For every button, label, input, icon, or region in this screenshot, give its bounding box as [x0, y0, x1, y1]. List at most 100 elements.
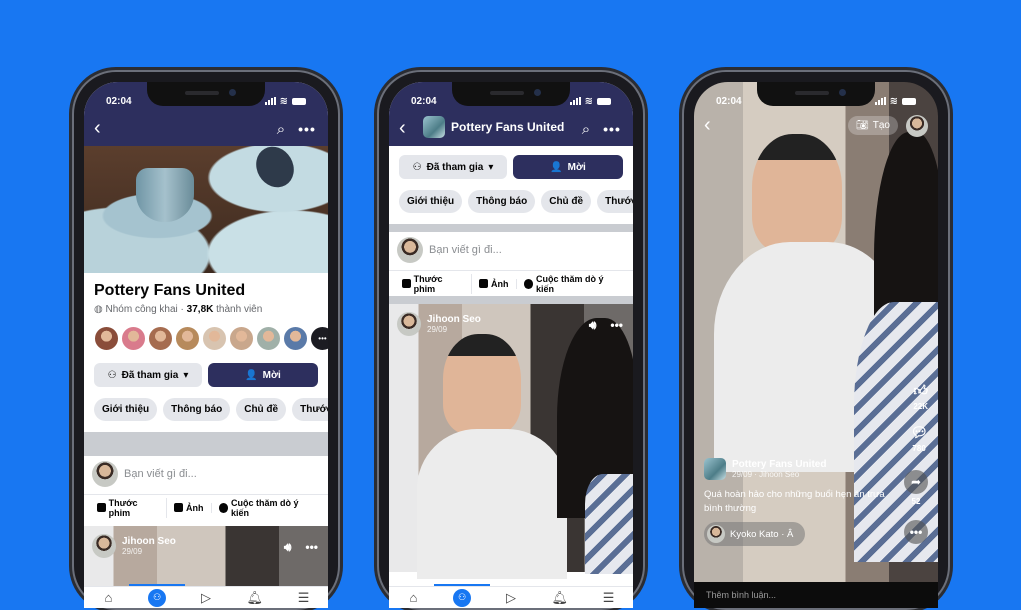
more-icon[interactable]: •••: [610, 318, 623, 333]
member-avatar[interactable]: [256, 326, 281, 351]
tab-groups[interactable]: ⚇: [129, 583, 186, 607]
tab-menu[interactable]: ☰: [599, 589, 619, 607]
group-thumbnail: [423, 116, 445, 138]
tab-reels[interactable]: Thước p: [597, 190, 633, 213]
member-avatars[interactable]: •••: [94, 326, 328, 351]
photo-action[interactable]: Ảnh: [167, 502, 212, 513]
more-icon[interactable]: •••: [305, 540, 318, 555]
profile-avatar[interactable]: [906, 114, 928, 137]
member-avatar[interactable]: [175, 326, 200, 351]
battery-icon: [902, 97, 916, 105]
volume-icon[interactable]: 🔊︎: [284, 540, 292, 555]
tab-about[interactable]: Giới thiệu: [94, 398, 158, 421]
more-members-icon[interactable]: •••: [310, 326, 328, 351]
home-icon: ⌂: [104, 590, 113, 605]
status-time: 02:04: [716, 95, 742, 107]
back-icon[interactable]: ‹: [94, 118, 110, 138]
joined-button[interactable]: ⚇ Đã tham gia ▾: [94, 363, 202, 387]
notch: [147, 82, 265, 106]
reel-action[interactable]: Thước phim: [395, 273, 473, 294]
member-avatar[interactable]: [229, 326, 254, 351]
share-control[interactable]: ➦ 52: [904, 470, 928, 506]
photo-action[interactable]: Ảnh: [472, 278, 517, 289]
search-icon[interactable]: ⌕: [577, 120, 595, 138]
tab-announcements[interactable]: Thông báo: [468, 190, 536, 213]
wifi-icon: ≋: [279, 95, 288, 107]
tab-groups[interactable]: ⚇: [434, 583, 491, 607]
composer-placeholder[interactable]: Bạn viết gì đi...: [124, 468, 197, 480]
tab-video[interactable]: ▷: [501, 589, 521, 607]
tab-notifications[interactable]: 🔔︎: [245, 589, 265, 607]
group-icon: ⚇: [107, 369, 117, 381]
post-date: 29/09: [122, 547, 143, 556]
more-icon[interactable]: •••: [298, 120, 316, 138]
photo-icon: [174, 503, 184, 512]
more-icon[interactable]: •••: [603, 120, 621, 138]
caret-down-icon: ▾: [183, 369, 189, 381]
add-person-icon: 👤: [245, 369, 258, 381]
invite-button[interactable]: 👤 Mời: [513, 155, 623, 179]
wifi-icon: ≋: [889, 95, 898, 107]
tab-menu[interactable]: ☰: [294, 589, 314, 607]
search-icon[interactable]: ⌕: [272, 120, 290, 138]
tab-home[interactable]: ⌂: [403, 589, 423, 607]
tab-video[interactable]: ▷: [196, 589, 216, 607]
member-avatar[interactable]: [94, 326, 119, 351]
bottom-tab-bar: ⌂ ⚇ ▷ 🔔︎ ☰: [84, 583, 328, 608]
phone-group-feed: ‹ Pottery Fans United ⌕ ••• 02:04 ≋ ⚇ Đã …: [377, 70, 645, 610]
composer[interactable]: Bạn viết gì đi...: [389, 232, 633, 268]
tab-topics[interactable]: Chủ đề: [541, 190, 592, 213]
reel-action[interactable]: Thước phim: [90, 497, 168, 518]
comment-control[interactable]: 💬︎ 780: [910, 424, 928, 453]
member-avatar[interactable]: [148, 326, 173, 351]
video-icon: ▷: [200, 589, 211, 605]
share-count: 52: [911, 497, 921, 506]
home-icon: ⌂: [409, 590, 418, 605]
reel-meta: 29/09 · Jihoon Seo: [732, 470, 800, 479]
audio-chip[interactable]: Kyoko Kato · Â: [704, 522, 806, 546]
globe-icon: ◍: [94, 304, 103, 315]
member-avatar[interactable]: [202, 326, 227, 351]
tab-home[interactable]: ⌂: [98, 589, 118, 607]
camera-icon: 📷︎: [856, 120, 869, 131]
poll-action[interactable]: Cuộc thăm dò ý kiến: [212, 498, 322, 518]
create-button[interactable]: 📷︎ Tạo: [848, 116, 898, 135]
reel-group-name[interactable]: Pottery Fans United: [732, 459, 826, 470]
add-person-icon: 👤: [550, 161, 563, 173]
like-control[interactable]: 👍︎ 22K: [913, 382, 928, 411]
group-title[interactable]: Pottery Fans United: [451, 120, 564, 134]
poll-action[interactable]: Cuộc thăm dò ý kiến: [517, 274, 627, 294]
tab-notifications[interactable]: 🔔︎: [550, 589, 570, 607]
more-control[interactable]: •••: [904, 520, 928, 544]
screen: ‹ ⌕ ••• 02:04 ≋ Pottery Fans United ◍ Nh…: [84, 82, 328, 608]
user-avatar: [92, 461, 118, 487]
joined-button[interactable]: ⚇ Đã tham gia ▾: [399, 155, 507, 179]
tab-topics[interactable]: Chủ đề: [236, 398, 287, 421]
notch: [452, 82, 570, 106]
tab-reels[interactable]: Thước p: [292, 398, 328, 421]
signal-icon: [874, 97, 886, 105]
groups-icon: ⚇: [453, 588, 472, 607]
composer-actions: Thước phim Ảnh Cuộc thăm dò ý kiến: [389, 270, 633, 296]
composer[interactable]: Bạn viết gì đi...: [84, 456, 328, 492]
group-icon: ⚇: [412, 161, 422, 173]
video-post[interactable]: Jihoon Seo 29/09 🔊︎ •••: [389, 304, 633, 579]
bell-icon: 🔔︎: [551, 589, 569, 605]
tab-about[interactable]: Giới thiệu: [399, 190, 463, 213]
member-avatar[interactable]: [283, 326, 308, 351]
menu-icon: ☰: [602, 589, 615, 605]
post-author[interactable]: Jihoon Seo: [427, 314, 481, 325]
like-icon: 👍︎: [913, 382, 928, 398]
tab-announcements[interactable]: Thông báo: [163, 398, 231, 421]
group-meta: ◍ Nhóm công khai · 37,8K thành viên: [94, 304, 263, 315]
volume-icon[interactable]: 🔊︎: [589, 318, 597, 333]
invite-button[interactable]: 👤 Mời: [208, 363, 318, 387]
comment-input[interactable]: Thêm bình luận...: [694, 582, 938, 608]
post-author[interactable]: Jihoon Seo: [122, 536, 176, 547]
reel-icon: [97, 503, 106, 512]
composer-placeholder[interactable]: Bạn viết gì đi...: [429, 244, 502, 256]
back-icon[interactable]: ‹: [704, 114, 711, 137]
group-tabs: Giới thiệu Thông báo Chủ đề Thước p: [399, 190, 633, 213]
member-avatar[interactable]: [121, 326, 146, 351]
back-icon[interactable]: ‹: [399, 118, 415, 138]
